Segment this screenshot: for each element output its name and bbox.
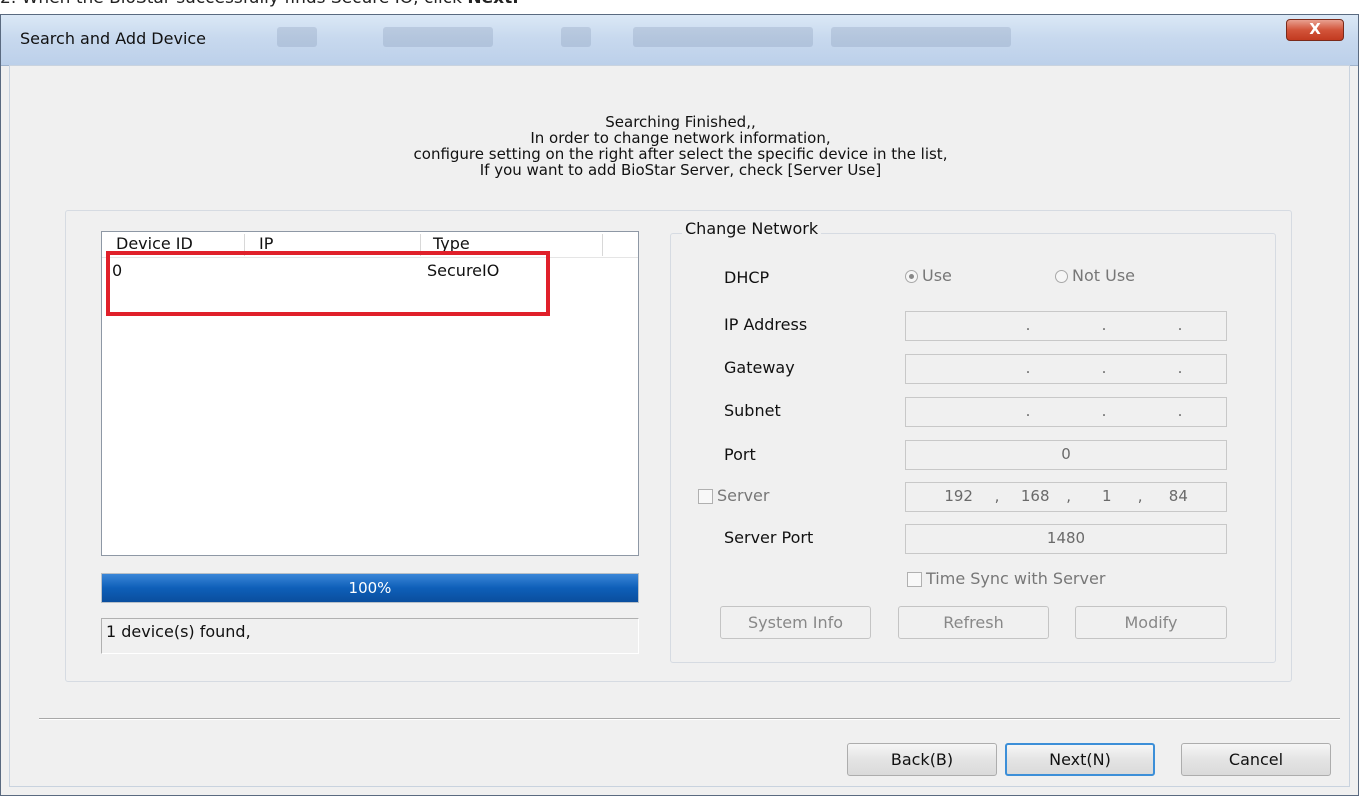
message-line-4: If you want to add BioStar Server, check… [479, 161, 882, 179]
message-line-1: Searching Finished,, [605, 113, 756, 131]
radio-selected-icon [905, 270, 918, 283]
dhcp-not-use-radio[interactable]: Not Use [1055, 266, 1135, 285]
server-checkbox[interactable]: Server [698, 486, 769, 505]
footer-divider [39, 718, 1340, 720]
time-sync-label: Time Sync with Server [926, 569, 1106, 588]
dhcp-not-use-label: Not Use [1072, 266, 1136, 285]
back-button[interactable]: Back(B) [847, 743, 997, 776]
blurred-background-icon [633, 27, 813, 47]
title-bar[interactable]: Search and Add Device X [1, 15, 1358, 66]
blurred-background-icon [831, 27, 1011, 47]
subnet-field[interactable]: ... [905, 397, 1227, 427]
system-info-button[interactable]: System Info [720, 606, 871, 639]
blurred-background-icon [277, 27, 317, 47]
message-line-3: configure setting on the right after sel… [413, 145, 948, 163]
checkbox-icon [698, 489, 713, 504]
blurred-background-icon [383, 27, 493, 47]
ip-address-label: IP Address [724, 315, 808, 334]
search-add-device-dialog: Search and Add Device X Searching Finish… [0, 14, 1359, 796]
server-ip-octet-3: 1 [1102, 487, 1112, 505]
dhcp-use-radio[interactable]: Use [905, 266, 952, 285]
status-field: 1 device(s) found, [101, 618, 639, 654]
caption-text: 2. When the BioStar successfully finds S… [0, 0, 467, 8]
gateway-field[interactable]: ... [905, 354, 1227, 384]
instruction-caption: 2. When the BioStar successfully finds S… [0, 0, 519, 8]
highlight-box [106, 251, 550, 316]
port-field[interactable]: 0 [905, 440, 1227, 470]
window-title: Search and Add Device [20, 29, 207, 48]
modify-button[interactable]: Modify [1075, 606, 1227, 639]
caption-bold-next: Next. [467, 0, 518, 8]
cancel-button[interactable]: Cancel [1181, 743, 1331, 776]
change-network-title: Change Network [682, 219, 822, 238]
message-line-2: In order to change network information, [530, 129, 831, 147]
radio-empty-icon [1055, 270, 1068, 283]
server-label: Server [717, 486, 770, 505]
ip-address-field[interactable]: ... [905, 311, 1227, 341]
checkbox-icon [907, 572, 922, 587]
progress-label: 100% [348, 579, 392, 597]
subnet-label: Subnet [724, 401, 781, 420]
gateway-label: Gateway [724, 358, 795, 377]
search-progress-bar: 100% [101, 573, 639, 603]
server-ip-octet-2: 168 [1020, 487, 1050, 505]
time-sync-checkbox[interactable]: Time Sync with Server [907, 569, 1105, 588]
blurred-background-icon [561, 27, 591, 47]
next-button[interactable]: Next(N) [1005, 743, 1155, 776]
refresh-button[interactable]: Refresh [898, 606, 1049, 639]
dhcp-label: DHCP [724, 268, 770, 287]
server-ip-octet-4: 84 [1168, 487, 1188, 505]
column-divider[interactable] [602, 234, 603, 256]
server-ip-octet-1: 192 [944, 487, 973, 505]
close-button[interactable]: X [1286, 19, 1344, 41]
dhcp-use-label: Use [922, 266, 952, 285]
server-port-label: Server Port [724, 528, 814, 547]
dialog-client-area: Searching Finished,, In order to change … [9, 65, 1350, 787]
server-ip-field[interactable]: 192, 168, 1, 84 [905, 482, 1227, 512]
port-label: Port [724, 445, 756, 464]
server-port-field[interactable]: 1480 [905, 524, 1227, 554]
